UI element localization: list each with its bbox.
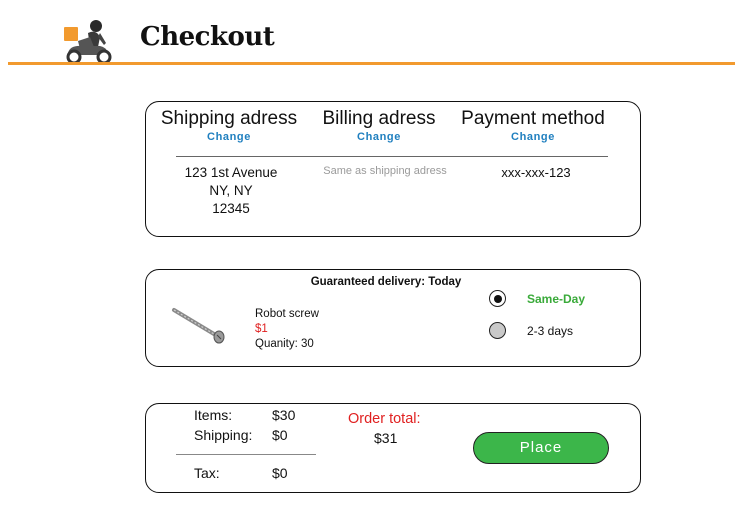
product-quantity: Quanity: 30 xyxy=(255,338,314,350)
screw-icon xyxy=(172,308,225,344)
shipping-address-value: 123 1st Avenue NY, NY 12345 xyxy=(164,164,298,218)
change-payment-link[interactable]: Change xyxy=(458,131,608,143)
summary-divider xyxy=(176,454,316,455)
address-line: 12345 xyxy=(212,201,250,216)
change-shipping-link[interactable]: Change xyxy=(154,131,304,143)
address-divider xyxy=(176,156,608,157)
product-info: Robot screw $1 Quanity: 30 xyxy=(255,307,319,352)
order-summary-card: Items: $30 Shipping: $0 Tax: $0 Order to… xyxy=(145,403,641,493)
two-three-days-radio[interactable] xyxy=(489,322,506,339)
two-three-days-option-label[interactable]: 2-3 days xyxy=(527,324,573,338)
same-day-option-label[interactable]: Same-Day xyxy=(527,292,585,306)
product-price: $1 xyxy=(255,323,268,335)
items-label: Items: xyxy=(194,407,233,423)
tax-value: $0 xyxy=(272,465,288,481)
tax-label: Tax: xyxy=(194,465,220,481)
header-divider xyxy=(8,62,735,65)
billing-address-title: Billing adress xyxy=(322,108,436,129)
change-billing-link[interactable]: Change xyxy=(304,131,454,143)
page-title: Checkout xyxy=(140,22,275,52)
delivery-card: Guaranteed delivery: Today Robot screw $… xyxy=(145,269,641,367)
payment-method-value: xxx-xxx-123 xyxy=(501,165,571,180)
delivery-scooter-icon xyxy=(64,20,112,65)
payment-method-section: Payment method Change xyxy=(458,108,608,143)
shipping-value: $0 xyxy=(272,427,288,443)
shipping-label: Shipping: xyxy=(194,427,253,443)
shipping-address-title: Shipping adress xyxy=(160,108,298,129)
order-total-label: Order total: xyxy=(348,411,421,427)
billing-address-section: Billing adress Change xyxy=(304,108,454,143)
same-day-radio[interactable] xyxy=(489,290,506,307)
order-total-value: $31 xyxy=(374,430,398,446)
guaranteed-delivery-text: Guaranteed delivery: Today xyxy=(310,276,462,288)
items-value: $30 xyxy=(272,407,296,423)
place-order-button[interactable]: Place xyxy=(473,432,609,464)
product-name: Robot screw xyxy=(255,308,319,320)
header: Checkout xyxy=(0,0,748,66)
billing-address-value: Same as shipping adress xyxy=(323,165,447,177)
address-line: 123 1st Avenue xyxy=(184,165,278,180)
address-line: NY, NY xyxy=(209,183,253,198)
shipping-address-section: Shipping adress Change xyxy=(154,108,304,143)
address-card: Shipping adress Change Billing adress Ch… xyxy=(145,101,641,237)
payment-method-title: Payment method xyxy=(461,108,605,129)
